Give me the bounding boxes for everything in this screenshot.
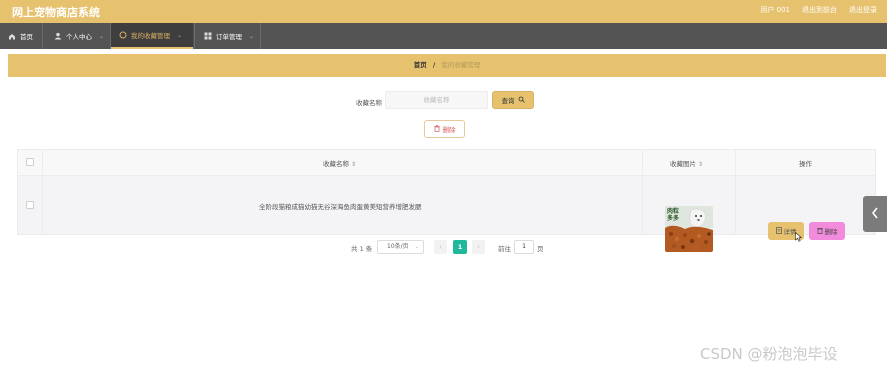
table-row: 全阶段猫粮成猫幼猫无谷深海鱼肉蛋黄美短营养增肥发腮 肉粒多多 详情 删除 [18,176,875,252]
nav-item-label: 个人中心 [66,33,92,41]
product-image[interactable]: 肉粒多多 [665,206,713,252]
favorites-table: 收藏名称 ⇕ 收藏图片 ⇕ 操作 全阶段猫粮成猫幼猫无谷深海鱼肉蛋黄美短营养增肥发腮 [17,149,876,252]
trash-icon [433,124,440,134]
nav-divider [194,23,195,49]
sort-icon: ⇕ [351,161,357,168]
trash-icon [816,227,823,236]
page-size-value: 10条/页 [387,243,409,250]
page-size-select[interactable]: 10条/页 ⌄ [377,240,424,254]
chevron-down-icon: ⌄ [177,31,183,39]
breadcrumb-home[interactable]: 首页 [414,61,427,69]
goto-unit: 页 [537,245,544,253]
top-bar: 网上宠物商店系统 用户 001 退出到前台 退出登录 [0,0,887,23]
column-header-name[interactable]: 收藏名称 ⇕ [323,158,356,168]
page-number-current[interactable]: 1 [453,240,467,254]
column-header-name-label: 收藏名称 [323,160,349,168]
nav-item-label: 我的收藏管理 [131,32,170,40]
row-delete-label: 删除 [824,228,838,236]
nav-item-my-favorites[interactable]: 我的收藏管理 ⌄ [111,23,193,49]
chevron-down-icon: ⌄ [414,244,419,250]
select-all-checkbox[interactable] [26,158,34,166]
back-to-front-link[interactable]: 退出到前台 [802,5,837,15]
chevron-down-icon: ⌄ [99,32,105,40]
document-icon [775,226,782,236]
nav-item-personal-center[interactable]: 个人中心 ⌄ [46,23,110,49]
search-label: 收藏名称 [356,99,382,107]
breadcrumb: 首页 / 我的收藏管理 [8,54,886,77]
watermark-text: CSDN @粉泡泡毕设 [700,345,838,363]
row-delete-button[interactable]: 删除 [809,222,845,240]
column-divider [735,150,736,234]
goto-label: 前往 [498,245,511,253]
column-divider [42,150,43,234]
home-icon [8,33,16,40]
nav-item-orders[interactable]: 订单管理 ⌄ [196,23,260,49]
table-header-row: 收藏名称 ⇕ 收藏图片 ⇕ 操作 [18,150,875,176]
grid-icon [204,32,212,40]
nav-divider [260,23,261,49]
column-divider [642,150,643,234]
batch-delete-label: 删除 [442,126,456,134]
product-image-label: 肉粒多多 [667,208,680,222]
column-header-actions: 操作 [799,160,812,168]
prev-page-button[interactable]: ‹ [434,240,447,254]
search-icon [518,96,525,105]
breadcrumb-current: 我的收藏管理 [441,61,481,69]
search-button[interactable]: 查询 [492,91,534,109]
chevron-down-icon: ⌄ [249,32,255,40]
side-toggle-button[interactable] [863,196,887,232]
pagination-total: 共 1 条 [351,245,373,253]
top-links: 用户 001 退出到前台 退出登录 [760,5,877,15]
user-link[interactable]: 用户 001 [760,5,790,15]
goto-page-input[interactable]: 1 [514,240,534,254]
column-header-image-label: 收藏图片 [670,160,696,168]
search-input[interactable]: 收藏名称 [385,91,488,109]
nav-item-label: 订单管理 [216,33,242,41]
circle-icon [119,31,127,39]
batch-delete-button[interactable]: 删除 [424,120,465,138]
nav-divider [42,23,43,49]
nav-bar: 首页 个人中心 ⌄ 我的收藏管理 ⌄ 订单管理 ⌄ [0,23,887,49]
logout-link[interactable]: 退出登录 [849,5,877,15]
next-page-button[interactable]: › [472,240,485,254]
sort-icon: ⇕ [698,161,704,168]
favorite-name: 全阶段猫粮成猫幼猫无谷深海鱼肉蛋黄美短营养增肥发腮 [259,203,422,211]
user-icon [54,32,62,40]
column-header-image[interactable]: 收藏图片 ⇕ [670,158,703,168]
app-title: 网上宠物商店系统 [12,6,100,19]
chevron-left-icon [871,207,879,221]
mouse-cursor-icon [795,231,803,244]
nav-item-label: 首页 [20,33,33,41]
breadcrumb-separator: / [432,61,436,69]
row-checkbox[interactable] [26,201,34,209]
search-button-label: 查询 [501,97,515,105]
nav-item-home[interactable]: 首页 [0,23,40,49]
